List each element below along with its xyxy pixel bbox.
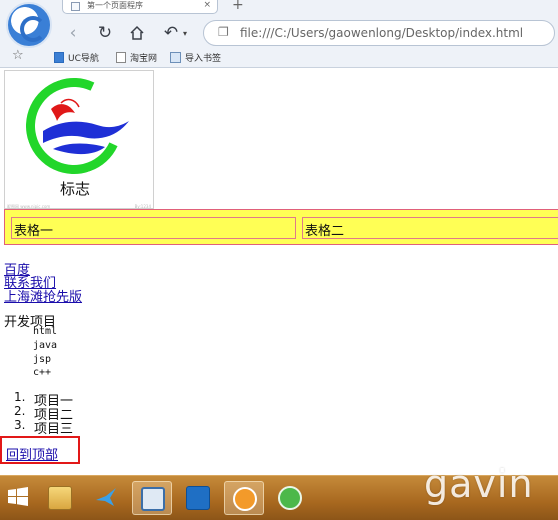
list-number: 2.: [14, 404, 26, 418]
back-button[interactable]: ‹: [62, 22, 84, 44]
home-icon: [130, 25, 144, 40]
home-button[interactable]: [126, 22, 148, 44]
pre-line: html: [33, 326, 58, 337]
undo-icon: ↶: [163, 23, 179, 43]
bookmark-uc-nav[interactable]: UC导航: [54, 51, 99, 64]
star-icon[interactable]: ☆: [12, 48, 24, 63]
refresh-icon: ↻: [97, 23, 113, 43]
undo-button[interactable]: ↶: [160, 22, 182, 44]
taskbar-outlook[interactable]: [178, 481, 218, 515]
table-cell: 表格一: [11, 217, 296, 239]
windows-start-icon[interactable]: [6, 485, 30, 509]
logo-wave-icon: [43, 98, 129, 155]
pre-line: c++: [33, 367, 52, 378]
address-bar[interactable]: ❐ file:///C:/Users/gaowenlong/Desktop/in…: [203, 20, 555, 46]
logo-image: 标志 昵图网 www.nipic.com By:1234: [4, 69, 154, 209]
uc-browser-icon: [233, 487, 257, 511]
taskbar-remote-app[interactable]: [132, 481, 172, 515]
bird-icon: [96, 488, 116, 506]
browser-icon: [278, 486, 302, 510]
monitor-icon: [141, 487, 165, 511]
outlook-icon: [186, 486, 210, 510]
logo-caption: 标志: [59, 180, 90, 198]
uc-nav-icon: [54, 52, 64, 63]
watermark-text: gavin: [424, 462, 534, 506]
table: 表格一 表格二: [4, 209, 558, 245]
tab-title: 第一个页面程序: [87, 1, 143, 10]
list-number: 1.: [14, 390, 26, 404]
page-icon: [116, 52, 126, 63]
pre-line: java: [33, 340, 58, 351]
list-text: 项目三: [34, 422, 74, 437]
taskbar-uc-browser[interactable]: [224, 481, 264, 515]
arrow-left-icon: ‹: [69, 23, 77, 43]
list-number: 3.: [14, 418, 26, 432]
refresh-button[interactable]: ↻: [94, 22, 116, 44]
browser-toolbar: 第一个页面程序 × + ‹ ↻ ↶ ▾ ❐ file:///C:/Users/g…: [0, 0, 558, 68]
folder-icon: [48, 486, 72, 510]
table-cell: 表格二: [302, 217, 558, 239]
tab-close-icon[interactable]: ×: [203, 0, 211, 10]
bookmark-import[interactable]: 导入书签: [170, 51, 221, 64]
uc-browser-logo-icon[interactable]: [6, 2, 52, 48]
import-icon: [170, 52, 181, 63]
taskbar-browser-2[interactable]: [270, 481, 310, 515]
page-favicon-icon: [71, 2, 80, 11]
page-icon: ❐: [218, 25, 229, 39]
address-input[interactable]: file:///C:/Users/gaowenlong/Desktop/inde…: [240, 26, 523, 40]
taskbar-bird-app[interactable]: [86, 481, 126, 515]
back-to-top-highlight: 回到顶部: [0, 436, 80, 464]
undo-dropdown-chevron-down-icon[interactable]: ▾: [183, 29, 187, 38]
new-tab-button[interactable]: +: [232, 0, 244, 13]
link-shanghai[interactable]: 上海滩抢先版: [4, 286, 82, 305]
taskbar-file-explorer[interactable]: [40, 481, 80, 515]
tab-active[interactable]: 第一个页面程序 ×: [62, 0, 218, 14]
page-content: 标志 昵图网 www.nipic.com By:1234 表格一 表格二 百度 …: [0, 69, 558, 475]
pre-line: jsp: [33, 354, 52, 365]
back-to-top-link[interactable]: 回到顶部: [6, 444, 58, 463]
bookmark-taobao[interactable]: 淘宝网: [116, 51, 157, 64]
bookmark-bar: ☆ UC导航 淘宝网 导入书签: [0, 48, 558, 68]
